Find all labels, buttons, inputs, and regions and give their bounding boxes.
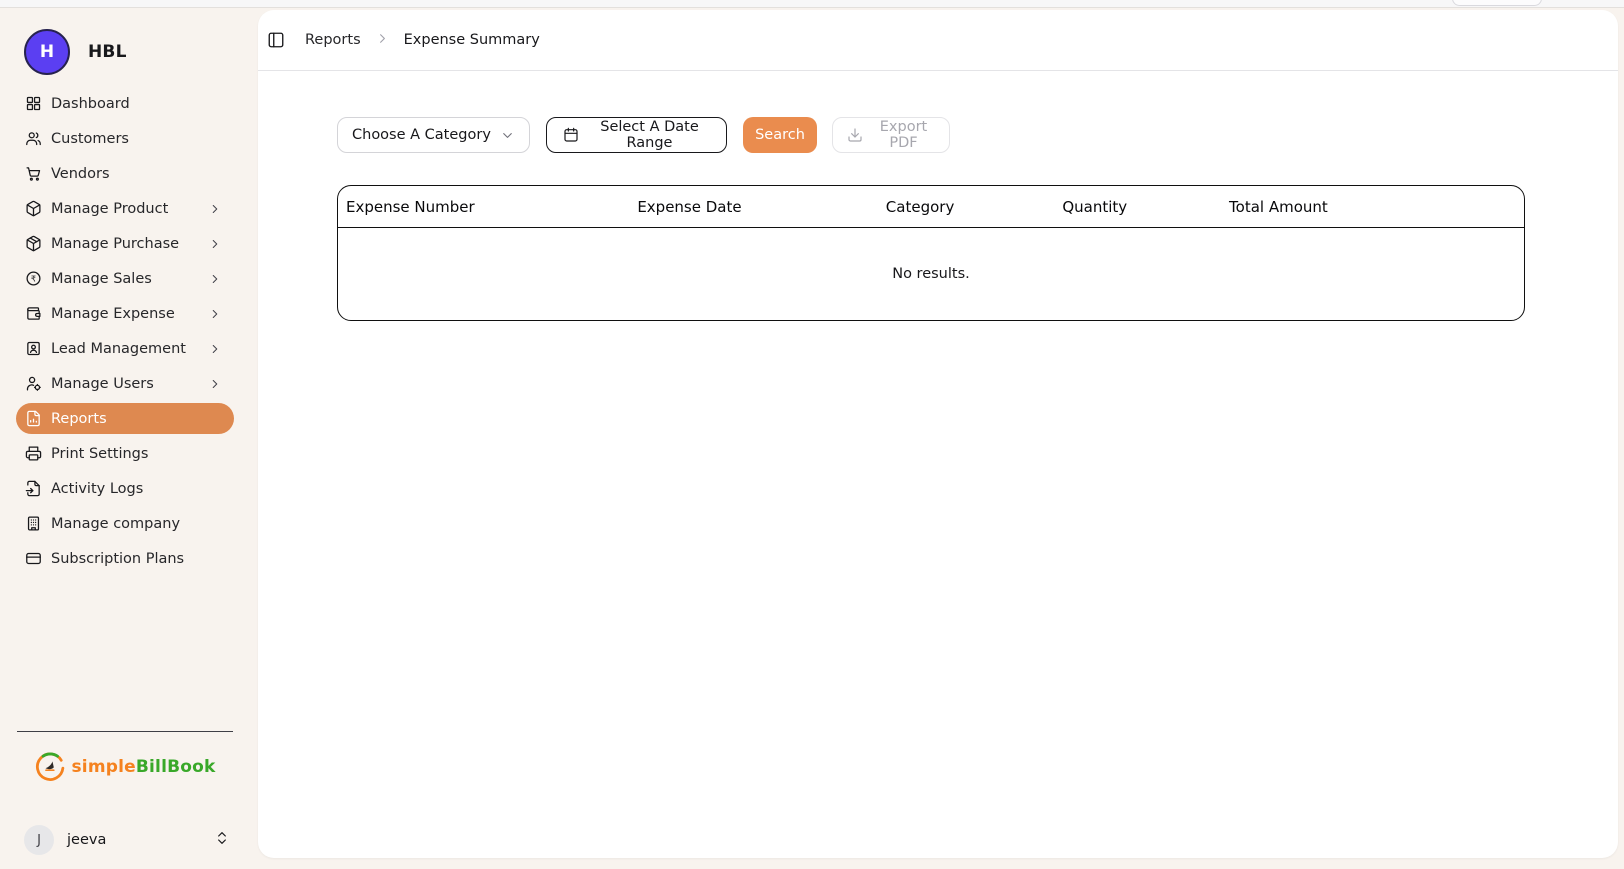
empty-results-message: No results. <box>892 266 970 282</box>
sidebar-toggle-icon[interactable] <box>267 31 285 49</box>
table-body: No results. <box>338 228 1524 320</box>
file-chart-icon <box>25 410 42 427</box>
company-name: HBL <box>88 42 127 62</box>
printer-icon <box>25 445 42 462</box>
search-button[interactable]: Search <box>743 117 817 153</box>
sidebar-item-label: Manage Users <box>51 376 199 392</box>
customers-icon <box>25 130 42 147</box>
sidebar-item-label: Subscription Plans <box>51 551 222 567</box>
chevron-right-icon <box>208 377 222 391</box>
date-range-label: Select A Date Range <box>589 119 710 151</box>
sidebar-item-label: Manage Sales <box>51 271 199 287</box>
sidebar-item-dashboard[interactable]: Dashboard <box>16 88 234 119</box>
sidebar-item-label: Manage Product <box>51 201 199 217</box>
sidebar-item-activity-logs[interactable]: Activity Logs <box>16 473 234 504</box>
chevron-right-icon <box>208 342 222 356</box>
svg-text:₹: ₹ <box>31 273 36 283</box>
chevron-right-icon <box>375 31 390 50</box>
user-name: jeeva <box>67 832 201 848</box>
app-shell: H HBL Dashboard Customers Vendors Manage Pr… <box>0 8 1624 869</box>
content-card: Reports Expense Summary Choose A Categor… <box>258 10 1618 858</box>
sidebar-item-manage-purchase[interactable]: Manage Purchase <box>16 228 234 259</box>
file-output-icon <box>25 480 42 497</box>
sidebar-item-label: Manage Purchase <box>51 236 199 252</box>
expense-summary-table: Expense NumberExpense DateCategoryQuanti… <box>337 185 1525 321</box>
dashboard-grid-icon <box>25 95 42 112</box>
chevron-right-icon <box>208 307 222 321</box>
top-toolbar-pill <box>1452 0 1542 6</box>
export-pdf-label: Export PDF <box>872 119 935 151</box>
user-avatar: J <box>24 825 54 855</box>
logo-text-simple: simple <box>71 757 135 777</box>
column-header-expense-number: Expense Number <box>338 198 538 216</box>
sidebar-item-manage-expense[interactable]: Manage Expense <box>16 298 234 329</box>
sidebar-item-label: Print Settings <box>51 446 222 462</box>
chevron-right-icon <box>208 272 222 286</box>
calendar-icon <box>563 127 579 143</box>
sidebar-item-label: Dashboard <box>51 96 222 112</box>
brand: H HBL <box>0 21 250 88</box>
simplebillbook-logo: simpleBillBook <box>0 750 250 783</box>
user-cog-icon <box>25 375 42 392</box>
breadcrumb: Reports Expense Summary <box>305 31 540 50</box>
sidebar-item-label: Vendors <box>51 166 222 182</box>
contact-icon <box>25 340 42 357</box>
breadcrumb-section[interactable]: Reports <box>305 32 361 48</box>
sidebar-item-label: Customers <box>51 131 222 147</box>
sidebar: H HBL Dashboard Customers Vendors Manage Pr… <box>0 8 250 869</box>
chevron-down-icon <box>500 128 515 143</box>
column-header-category: Category <box>841 198 999 216</box>
column-header-total-amount: Total Amount <box>1191 198 1367 216</box>
logo-text-billbook: BillBook <box>136 757 216 777</box>
sidebar-item-label: Manage company <box>51 516 222 532</box>
main-area: Reports Expense Summary Choose A Categor… <box>250 8 1624 869</box>
sidebar-item-manage-users[interactable]: Manage Users <box>16 368 234 399</box>
download-icon <box>847 127 863 143</box>
sidebar-item-manage-product[interactable]: Manage Product <box>16 193 234 224</box>
sidebar-item-reports[interactable]: Reports <box>16 403 234 434</box>
sidebar-item-vendors[interactable]: Vendors <box>16 158 234 189</box>
company-avatar[interactable]: H <box>24 29 70 75</box>
breadcrumb-bar: Reports Expense Summary <box>258 10 1618 71</box>
credit-card-icon <box>25 550 42 567</box>
sidebar-item-subscription-plans[interactable]: Subscription Plans <box>16 543 234 574</box>
chevron-right-icon <box>208 237 222 251</box>
sidebar-item-lead-management[interactable]: Lead Management <box>16 333 234 364</box>
rupee-circle-icon: ₹ <box>25 270 42 287</box>
chevron-right-icon <box>208 202 222 216</box>
sidebar-spacer <box>0 578 250 731</box>
date-range-button[interactable]: Select A Date Range <box>546 117 727 153</box>
sidebar-item-customers[interactable]: Customers <box>16 123 234 154</box>
category-select-value: Choose A Category <box>352 127 491 143</box>
sidebar-item-label: Lead Management <box>51 341 199 357</box>
sidebar-item-label: Manage Expense <box>51 306 199 322</box>
package-icon <box>25 200 42 217</box>
column-header-quantity: Quantity <box>999 198 1191 216</box>
category-select[interactable]: Choose A Category <box>337 117 530 153</box>
building-icon <box>25 515 42 532</box>
sidebar-divider <box>17 731 233 732</box>
column-header-expense-date: Expense Date <box>538 198 841 216</box>
sidebar-item-print-settings[interactable]: Print Settings <box>16 438 234 469</box>
top-browser-strip <box>0 0 1624 8</box>
export-pdf-button[interactable]: Export PDF <box>832 117 950 153</box>
sidebar-item-manage-sales[interactable]: ₹ Manage Sales <box>16 263 234 294</box>
table-header-row: Expense NumberExpense DateCategoryQuanti… <box>338 186 1524 228</box>
chevrons-up-down-icon <box>214 830 230 850</box>
sidebar-nav: Dashboard Customers Vendors Manage Product M… <box>0 88 250 578</box>
package-check-icon <box>25 235 42 252</box>
cart-icon <box>25 165 42 182</box>
filter-toolbar: Choose A Category Select A Date Range Se… <box>337 117 1618 153</box>
simplebillbook-logo-icon <box>34 750 67 783</box>
breadcrumb-page: Expense Summary <box>404 32 540 48</box>
sidebar-item-label: Activity Logs <box>51 481 222 497</box>
wallet-icon <box>25 305 42 322</box>
sidebar-item-label: Reports <box>51 411 222 427</box>
user-menu[interactable]: J jeeva <box>24 825 230 855</box>
sidebar-item-manage-company[interactable]: Manage company <box>16 508 234 539</box>
